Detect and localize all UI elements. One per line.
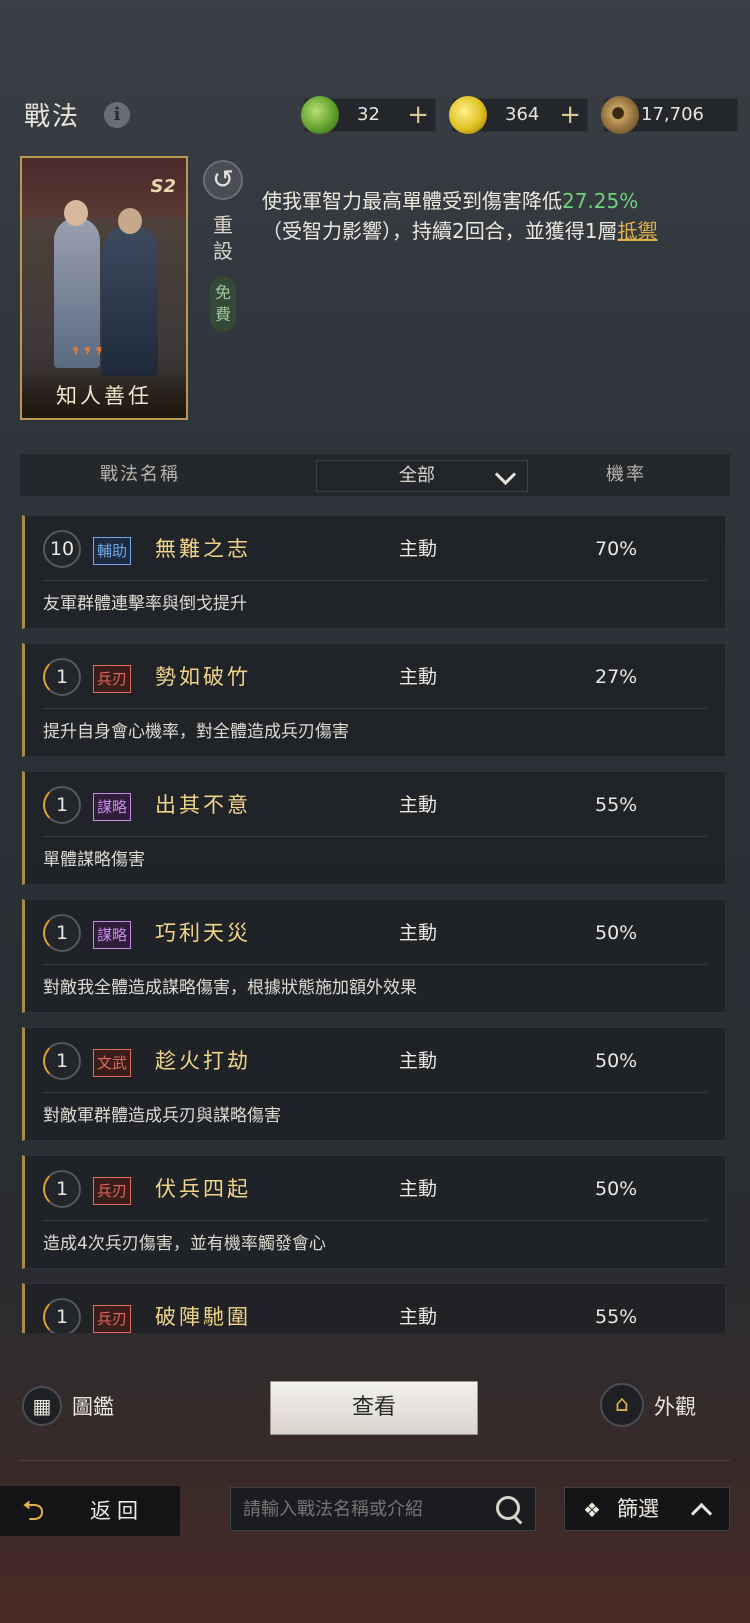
appearance-button[interactable]: 外觀 (654, 1390, 696, 1424)
effect-value: 27.25% (562, 189, 639, 213)
skill-card-name: 知人善任 (22, 374, 186, 418)
skill-summary: 友軍群體連擊率與倒戈提升 (43, 594, 247, 614)
skill-list[interactable]: 10 輔助 無難之志 主動 70% 友軍群體連擊率與倒戈提升 1 兵刃 勢如破竹 主動 27% 提升自… (22, 515, 728, 1333)
page-title: 戰法 (24, 102, 81, 132)
reset-button[interactable]: ↺ (203, 160, 243, 200)
type-filter-dropdown[interactable]: 全部 (316, 460, 528, 492)
skill-rate: 55% (595, 1306, 638, 1328)
jade-coin-icon (301, 96, 339, 134)
skill-type: 主動 (399, 1178, 438, 1200)
skill-level: 1 (43, 1170, 81, 1208)
search-input[interactable] (230, 1487, 536, 1531)
free-badge: 免費 (210, 276, 236, 332)
currency-gold: 364 + (449, 96, 588, 134)
divider (20, 1460, 730, 1461)
skill-rate: 50% (595, 1178, 638, 1200)
skill-description: 使我軍智力最高單體受到傷害降低27.25%（受智力影響），持續2回合，並獲得1層… (262, 189, 658, 243)
skill-row[interactable]: 1 謀略 巧利天災 主動 50% 對敵我全體造成謀略傷害，根據狀態施加額外效果 (22, 899, 726, 1013)
skill-rate: 50% (595, 922, 638, 944)
skill-row[interactable]: 1 兵刃 勢如破竹 主動 27% 提升自身會心機率，對全體造成兵刃傷害 (22, 643, 726, 757)
skill-level: 1 (43, 1298, 81, 1333)
skill-summary: 單體謀略傷害 (43, 850, 145, 870)
row-divider (43, 708, 707, 709)
row-divider (43, 964, 707, 965)
chevron-up-icon (690, 1502, 713, 1525)
resist-link[interactable]: 抵禦 (617, 219, 657, 243)
col-rate: 機率 (606, 464, 646, 485)
skill-level: 1 (43, 658, 81, 696)
skill-name: 破陣馳圍 (155, 1305, 251, 1329)
skill-name: 巧利天災 (155, 921, 251, 945)
season-badge: S2 (150, 176, 177, 197)
currency-copper: 17,706 (601, 96, 738, 134)
skill-name: 伏兵四起 (155, 1177, 251, 1201)
back-arrow-icon: ⮌ (22, 1494, 45, 1527)
skill-summary: 造成4次兵刃傷害，並有機率觸發會心 (43, 1234, 326, 1254)
row-divider (43, 1220, 707, 1221)
reset-icon: ↺ (212, 165, 234, 195)
skill-category-tag: 輔助 (93, 537, 132, 565)
row-divider (43, 580, 707, 581)
skill-category-tag: 兵刃 (93, 1305, 132, 1333)
currency-jade-value: 32 (357, 104, 380, 125)
filter-label: 篩選 (617, 1497, 659, 1521)
skill-rate: 50% (595, 1050, 638, 1072)
skill-category-tag: 謀略 (93, 921, 132, 949)
add-gold-button[interactable]: + (559, 99, 581, 131)
skill-level: 1 (43, 914, 81, 952)
skill-level: 10 (43, 530, 81, 568)
add-jade-button[interactable]: + (407, 99, 429, 131)
filter-icon: ❖ (583, 1498, 601, 1522)
rank-marks-icon: ❜❜❜ (72, 344, 107, 369)
skill-name: 無難之志 (155, 537, 251, 561)
skill-row[interactable]: 1 謀略 出其不意 主動 55% 單體謀略傷害 (22, 771, 726, 885)
table-header: 戰法名稱 全部 機率 (20, 453, 730, 496)
skill-type: 主動 (399, 922, 438, 944)
skill-type: 主動 (399, 794, 438, 816)
skill-name: 出其不意 (155, 793, 251, 817)
skill-row[interactable]: 10 輔助 無難之志 主動 70% 友軍群體連擊率與倒戈提升 (22, 515, 726, 629)
skill-row[interactable]: 1 兵刃 破陣馳圍 主動 55% (22, 1283, 726, 1333)
row-divider (43, 836, 707, 837)
appearance-icon[interactable]: ⌂ (600, 1383, 644, 1427)
copper-coin-icon (601, 96, 639, 134)
skill-type: 主動 (399, 538, 438, 560)
gold-coin-icon (449, 96, 487, 134)
info-icon[interactable]: i (104, 102, 130, 128)
skill-category-tag: 文武 (93, 1049, 132, 1077)
search-icon[interactable] (496, 1496, 520, 1520)
skill-rate: 27% (595, 666, 638, 688)
skill-row[interactable]: 1 文武 趁火打劫 主動 50% 對敵軍群體造成兵刃與謀略傷害 (22, 1027, 726, 1141)
skill-type: 主動 (399, 1306, 438, 1328)
skill-category-tag: 兵刃 (93, 1177, 132, 1205)
skill-type: 主動 (399, 1050, 438, 1072)
currency-copper-value: 17,706 (641, 104, 704, 125)
skill-summary: 對敵軍群體造成兵刃與謀略傷害 (43, 1106, 281, 1126)
skill-name: 趁火打劫 (155, 1049, 251, 1073)
skill-summary: 對敵我全體造成謀略傷害，根據狀態施加額外效果 (43, 978, 417, 998)
view-button[interactable]: 查看 (270, 1381, 478, 1435)
reset-label[interactable]: 重設 (212, 212, 234, 264)
atlas-button[interactable]: 圖鑑 (72, 1390, 114, 1424)
skill-rate: 70% (595, 538, 638, 560)
skill-card[interactable]: S2 ❜❜❜ 知人善任 (20, 156, 188, 420)
back-button[interactable]: ⮌ 返回 (0, 1486, 180, 1536)
skill-name: 勢如破竹 (155, 665, 251, 689)
col-skill-name: 戰法名稱 (100, 464, 180, 485)
back-label: 返回 (90, 1499, 144, 1523)
skill-level: 1 (43, 786, 81, 824)
filter-button[interactable]: ❖ 篩選 (564, 1487, 730, 1531)
row-divider (43, 1092, 707, 1093)
skill-category-tag: 兵刃 (93, 665, 132, 693)
currency-jade: 32 + (301, 96, 436, 134)
skill-type: 主動 (399, 666, 438, 688)
skill-summary: 提升自身會心機率，對全體造成兵刃傷害 (43, 722, 349, 742)
atlas-icon[interactable]: ▦ (22, 1386, 62, 1426)
skill-level: 1 (43, 1042, 81, 1080)
skill-rate: 55% (595, 794, 638, 816)
skill-category-tag: 謀略 (93, 793, 132, 821)
type-filter-value: 全部 (399, 465, 435, 486)
skill-row[interactable]: 1 兵刃 伏兵四起 主動 50% 造成4次兵刃傷害，並有機率觸發會心 (22, 1155, 726, 1269)
currency-gold-value: 364 (505, 104, 540, 125)
